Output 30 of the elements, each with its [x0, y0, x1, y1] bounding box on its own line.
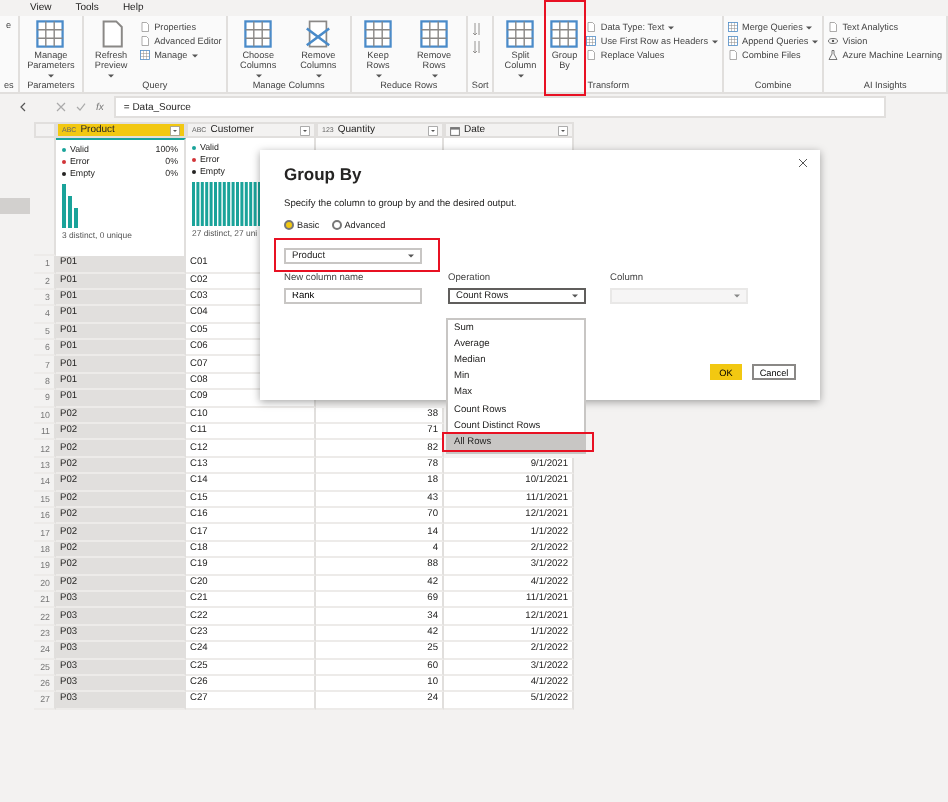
dropdown-icon[interactable]	[428, 125, 438, 136]
collapse-icon[interactable]	[20, 102, 26, 112]
sort-icon	[471, 40, 482, 54]
dropdown-icon[interactable]	[558, 125, 568, 136]
histogram	[62, 184, 78, 229]
document-icon	[728, 50, 738, 60]
ribbon-button[interactable]	[471, 22, 482, 36]
document-icon	[586, 22, 597, 32]
dropdown-icon[interactable]	[300, 125, 310, 136]
caret-icon	[734, 294, 740, 298]
eye-icon	[828, 36, 839, 46]
cancel-icon[interactable]	[56, 102, 66, 112]
dropdown-icon[interactable]	[170, 125, 180, 136]
document-icon	[586, 50, 597, 60]
close-icon[interactable]	[798, 158, 808, 168]
document-icon	[828, 22, 839, 32]
table-icon	[140, 50, 151, 60]
row-number-gutter	[34, 138, 56, 257]
radio-button[interactable]	[284, 220, 294, 230]
table-icon	[728, 22, 738, 32]
ribbon-button[interactable]	[471, 40, 482, 54]
table-icon	[586, 36, 597, 46]
sort-icon	[471, 22, 482, 36]
check-icon[interactable]	[76, 102, 86, 112]
histogram	[192, 182, 261, 227]
dialog-title: Group By	[284, 164, 364, 184]
caret-icon	[572, 294, 578, 298]
radio-button[interactable]	[331, 220, 342, 230]
table-icon	[728, 36, 738, 46]
flask-icon	[828, 50, 839, 60]
